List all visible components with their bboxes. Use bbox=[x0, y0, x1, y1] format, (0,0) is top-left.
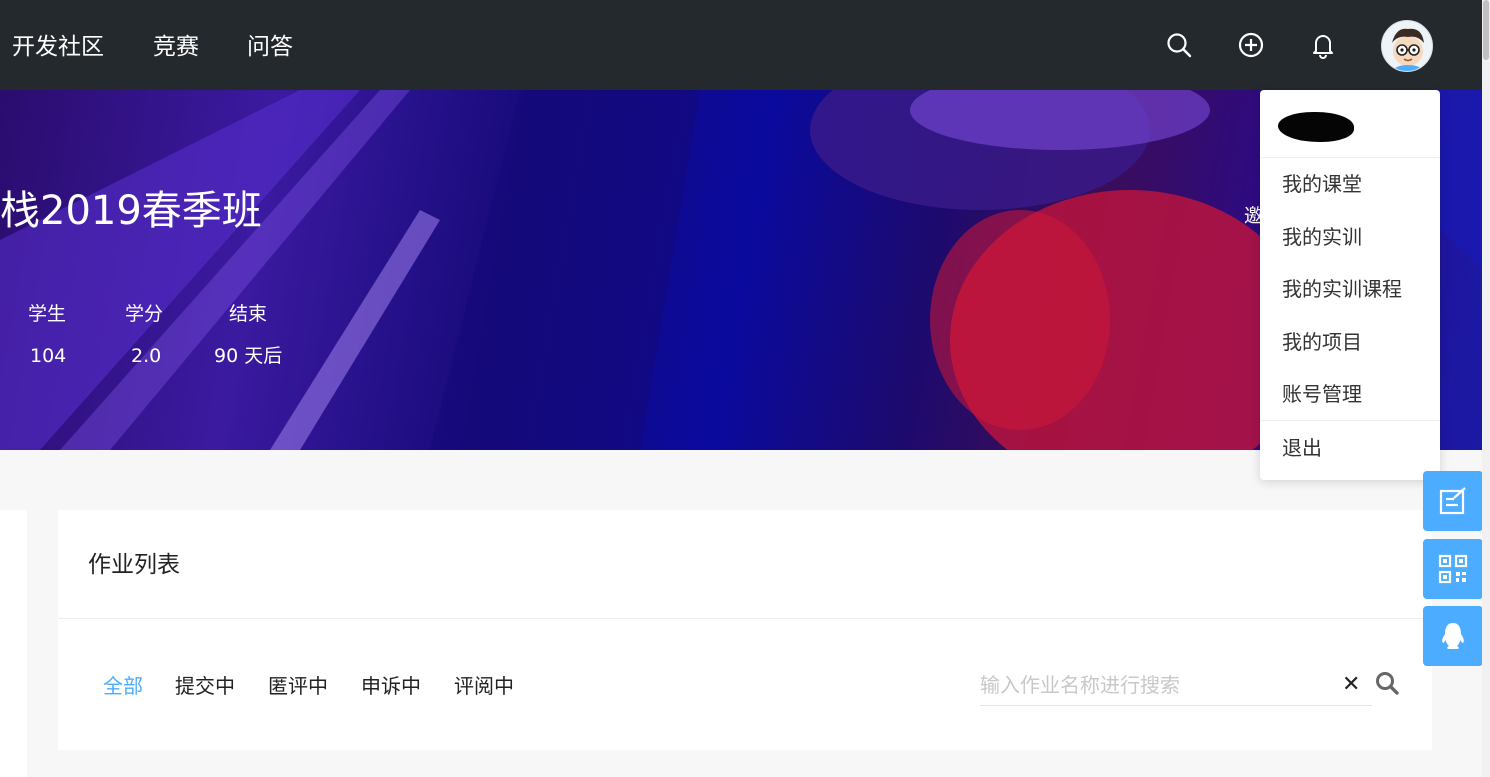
user-dropdown-menu: 我的课堂 我的实训 我的实训课程 我的项目 账号管理 退出 bbox=[1260, 90, 1440, 480]
stat-credits-label: 学分 bbox=[125, 303, 164, 325]
stat-students-value: 104 bbox=[30, 345, 67, 367]
menu-my-projects[interactable]: 我的项目 bbox=[1282, 328, 1362, 356]
homework-search-input[interactable] bbox=[980, 666, 1330, 704]
stat-students-label: 学生 bbox=[28, 303, 67, 325]
redacted-username bbox=[1278, 112, 1354, 142]
qq-contact-button[interactable] bbox=[1423, 606, 1483, 666]
tab-appealing[interactable]: 申诉中 bbox=[361, 672, 421, 700]
qq-penguin-icon bbox=[1442, 623, 1464, 649]
invite-code-label[interactable]: 邀 bbox=[1244, 204, 1260, 228]
user-avatar[interactable] bbox=[1381, 20, 1433, 72]
stat-end-label: 结束 bbox=[229, 303, 268, 325]
stat-end-value: 90 天后 bbox=[214, 345, 283, 367]
course-title: 栈2019春季班 bbox=[0, 188, 262, 234]
menu-account-management[interactable]: 账号管理 bbox=[1282, 380, 1362, 408]
page-scrollbar[interactable] bbox=[1482, 0, 1490, 777]
edit-note-icon bbox=[1439, 487, 1466, 515]
tab-grading[interactable]: 评阅中 bbox=[454, 672, 514, 700]
card-divider bbox=[58, 618, 1432, 619]
homework-list-title: 作业列表 bbox=[88, 552, 180, 578]
stat-credits-value: 2.0 bbox=[131, 345, 162, 367]
menu-my-classroom[interactable]: 我的课堂 bbox=[1282, 170, 1362, 198]
nav-competition[interactable]: 竞赛 bbox=[153, 30, 199, 64]
nav-qa[interactable]: 问答 bbox=[247, 30, 293, 64]
menu-separator bbox=[1260, 420, 1440, 421]
nav-dev-community[interactable]: 开发社区 bbox=[12, 30, 104, 64]
bell-icon[interactable] bbox=[1309, 31, 1337, 59]
qr-code-button[interactable] bbox=[1423, 539, 1483, 599]
dropdown-user-header bbox=[1260, 90, 1440, 158]
feedback-button[interactable] bbox=[1423, 471, 1483, 531]
top-nav-bar: 开发社区 竞赛 问答 bbox=[0, 0, 1482, 90]
menu-my-training[interactable]: 我的实训 bbox=[1282, 223, 1362, 251]
clear-search-icon[interactable]: ✕ bbox=[1342, 672, 1360, 698]
tab-all[interactable]: 全部 bbox=[103, 672, 143, 700]
add-circle-icon[interactable] bbox=[1237, 31, 1265, 59]
avatar-illustration-icon bbox=[1392, 28, 1424, 71]
homework-search-box: ✕ bbox=[980, 666, 1372, 706]
homework-search-icon[interactable] bbox=[1374, 670, 1400, 696]
menu-logout[interactable]: 退出 bbox=[1282, 434, 1322, 462]
menu-my-training-courses[interactable]: 我的实训课程 bbox=[1282, 275, 1402, 303]
tab-submitting[interactable]: 提交中 bbox=[175, 672, 235, 700]
homework-list-card: 作业列表 全部 提交中 匿评中 申诉中 评阅中 ✕ bbox=[58, 510, 1432, 750]
left-panel bbox=[0, 510, 27, 777]
tab-anonymous-review[interactable]: 匿评中 bbox=[268, 672, 328, 700]
search-icon[interactable] bbox=[1165, 31, 1193, 59]
scrollbar-thumb[interactable] bbox=[1483, 0, 1489, 60]
qr-code-icon bbox=[1438, 554, 1468, 584]
